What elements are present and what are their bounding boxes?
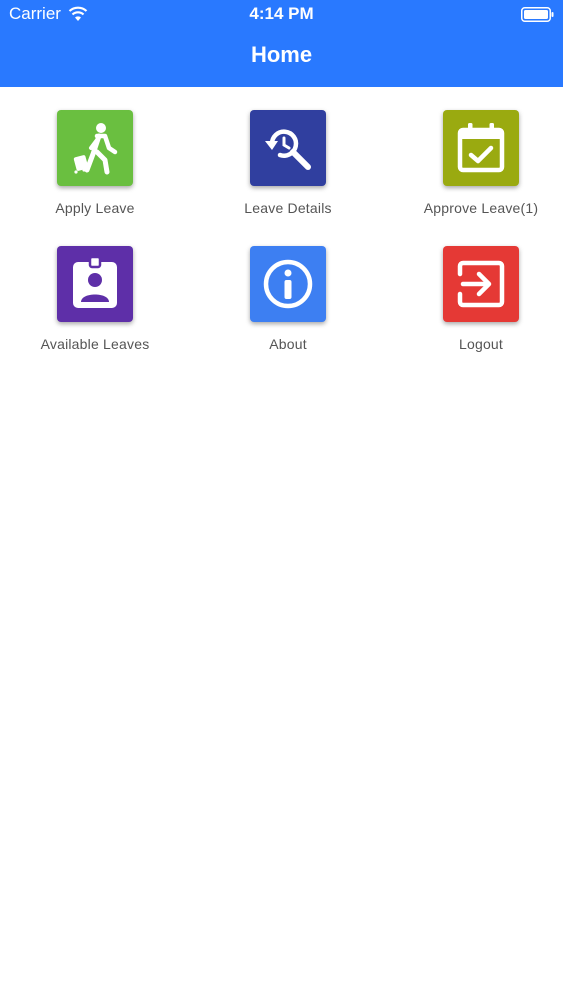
apply-leave-button[interactable]: Apply Leave [5, 110, 185, 230]
exit-icon [443, 246, 519, 322]
battery-icon [521, 7, 554, 22]
available-leaves-button[interactable]: Available Leaves [5, 246, 185, 366]
leave-details-button[interactable]: Leave Details [198, 110, 378, 230]
status-time: 4:14 PM [249, 4, 314, 23]
approve-leave-button[interactable]: Approve Leave(1) [391, 110, 563, 230]
search-history-icon [250, 110, 326, 186]
id-badge-icon [57, 246, 133, 322]
available-leaves-label: Available Leaves [40, 336, 150, 352]
logout-label: Logout [458, 336, 504, 352]
top-bar: Carrier 4:14 PM Home [0, 0, 563, 87]
page-title: Home [250, 42, 313, 67]
walking-with-luggage-icon [57, 110, 133, 186]
apply-leave-label: Apply Leave [55, 200, 135, 216]
status-bar: Carrier 4:14 PM [0, 0, 563, 30]
info-icon [250, 246, 326, 322]
logout-button[interactable]: Logout [391, 246, 563, 366]
about-label: About [269, 336, 307, 352]
approve-leave-label: Approve Leave(1) [423, 200, 539, 216]
leave-details-label: Leave Details [244, 200, 332, 216]
calendar-check-icon [443, 110, 519, 186]
about-button[interactable]: About [198, 246, 378, 366]
